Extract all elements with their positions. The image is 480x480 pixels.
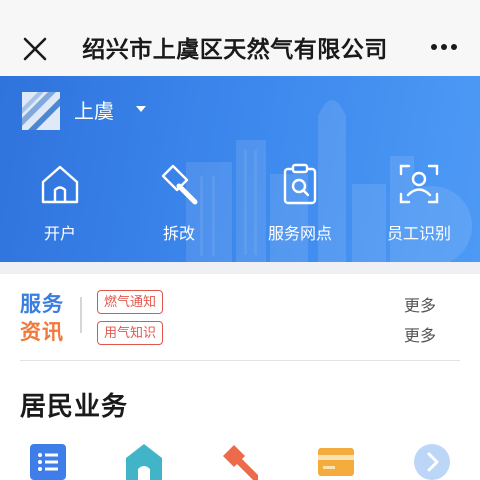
quick-action-label: 开户	[43, 226, 76, 243]
card-icon[interactable]	[318, 444, 354, 480]
quick-action-open-account[interactable]: 开户	[15, 162, 105, 252]
city-selector[interactable]: 上虞	[74, 95, 114, 124]
quick-action-label: 服务网点	[267, 226, 332, 243]
page-title: 绍兴市上虞区天然气有限公司	[82, 36, 388, 62]
quick-action-service-outlets[interactable]: 服务网点	[255, 162, 345, 252]
close-icon[interactable]	[22, 36, 48, 62]
house-icon	[41, 165, 79, 204]
quick-action-staff-id[interactable]: 员工识别	[374, 162, 464, 252]
clipboard-search-icon	[283, 163, 317, 205]
hammer-icon	[161, 164, 198, 205]
more-link-gas-knowledge[interactable]: 更多	[404, 322, 436, 346]
caret-down-icon[interactable]	[135, 105, 147, 113]
section-divider-band	[0, 262, 480, 274]
more-dots-icon[interactable]	[430, 42, 458, 52]
face-scan-icon	[399, 164, 439, 204]
more-link-gas-notice[interactable]: 更多	[404, 292, 436, 316]
news-title-line1: 服务	[20, 293, 64, 316]
tag-gas-notice[interactable]: 燃气通知	[97, 290, 164, 314]
quick-action-label: 拆改	[162, 226, 195, 243]
hammer-icon[interactable]	[222, 444, 258, 480]
company-logo	[22, 92, 60, 130]
list-icon[interactable]	[30, 444, 66, 480]
residential-section-title: 居民业务	[20, 391, 129, 421]
section-divider	[20, 360, 460, 361]
news-title-line2: 资讯	[20, 321, 64, 344]
chevron-right-icon[interactable]	[414, 444, 450, 480]
news-separator	[80, 297, 82, 333]
quick-action-relocate[interactable]: 拆改	[134, 162, 224, 252]
house-icon[interactable]	[126, 444, 162, 480]
top-bar: 绍兴市上虞区天然气有限公司	[0, 0, 480, 76]
service-banner: 上虞 开户 拆改 服务网点 员工识别	[0, 76, 480, 262]
tag-gas-knowledge[interactable]: 用气知识	[97, 321, 164, 345]
quick-action-label: 员工识别	[386, 226, 451, 243]
